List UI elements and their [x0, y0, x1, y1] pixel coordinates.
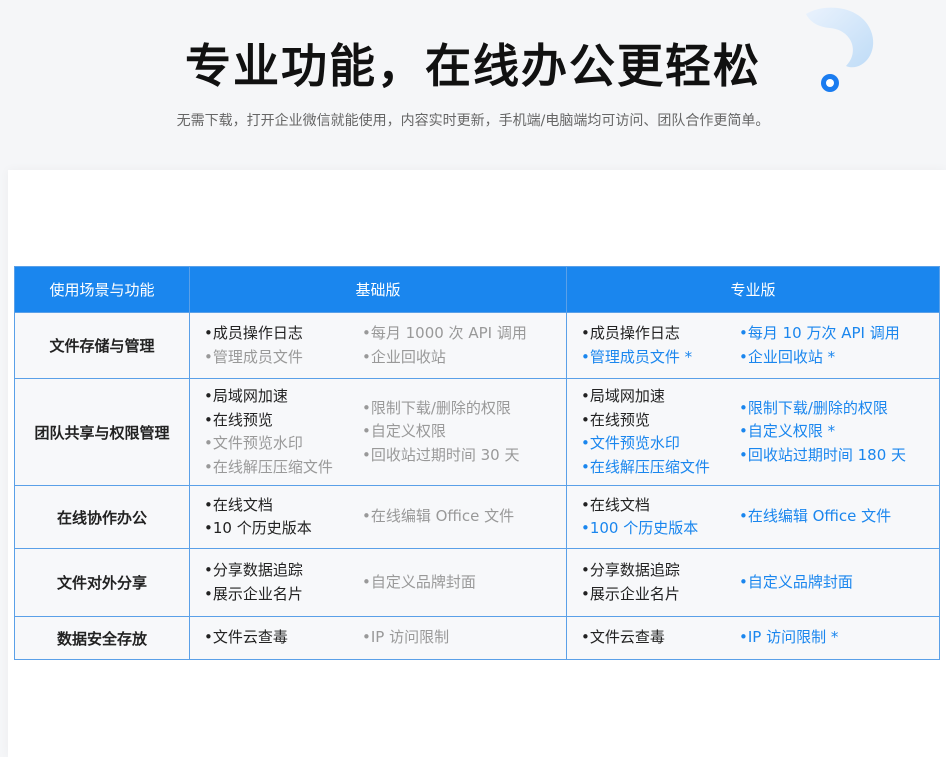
basic-features-cell: •局域网加速 •在线预览 •文件预览水印 •在线解压压缩文件 •限制下载/删除的权限 •自… — [189, 378, 567, 486]
feature-column: •自定义品牌封面 — [739, 571, 929, 595]
pro-features-cell: •局域网加速 •在线预览 •文件预览水印 •在线解压压缩文件 •限制下载/删除的权限 •自… — [566, 378, 940, 486]
basic-feature-grid: •文件云查毒 •IP 访问限制 — [190, 626, 566, 650]
feature-column: •IP 访问限制 — [362, 626, 556, 650]
decorative-swirl-icon — [806, 7, 874, 92]
feature-item: •在线编辑 Office 文件 — [739, 507, 892, 526]
feature-item: •IP 访问限制 — [362, 628, 450, 647]
feature-item: •自定义权限 — [362, 422, 446, 441]
table-header-row: 使用场景与功能 基础版 专业版 — [14, 266, 940, 313]
hero-section: 专业功能，在线办公更轻松 无需下载，打开企业微信就能使用，内容实时更新，手机端/… — [0, 0, 946, 170]
feature-item: •每月 1000 次 API 调用 — [362, 324, 527, 342]
pro-feature-grid: •在线文档 •100 个历史版本 •在线编辑 Office 文件 — [567, 494, 939, 541]
feature-item: •100 个历史版本 — [581, 519, 699, 537]
row-label: 团队共享与权限管理 — [14, 378, 190, 486]
feature-item: •企业回收站 — [362, 347, 446, 366]
row-label: 文件存储与管理 — [14, 312, 190, 379]
feature-column: •局域网加速 •在线预览 •文件预览水印 •在线解压压缩文件 — [581, 385, 739, 479]
pro-features-cell: •成员操作日志 •管理成员文件 * •每月 10 万次 API 调用 •企业回收站 * — [566, 312, 940, 379]
feature-item: •限制下载/删除的权限 — [739, 398, 888, 417]
basic-features-cell: •文件云查毒 •IP 访问限制 — [189, 616, 567, 660]
feature-item: •自定义品牌封面 — [362, 572, 476, 591]
feature-column: •限制下载/删除的权限 •自定义权限 •回收站过期时间 30 天 — [362, 397, 556, 468]
feature-column: •分享数据追踪 •展示企业名片 — [581, 559, 739, 606]
table-row: 团队共享与权限管理 •局域网加速 •在线预览 •文件预览水印 •在线解压压缩文件 •限制下… — [14, 378, 940, 486]
feature-column: •在线编辑 Office 文件 — [362, 505, 556, 529]
feature-item: •文件云查毒 — [581, 628, 665, 647]
basic-feature-grid: •分享数据追踪 •展示企业名片 •自定义品牌封面 — [190, 559, 566, 606]
feature-column: •局域网加速 •在线预览 •文件预览水印 •在线解压压缩文件 — [204, 385, 362, 479]
feature-item: •在线预览 — [204, 410, 273, 429]
feature-column: •在线文档 •100 个历史版本 — [581, 494, 739, 541]
feature-item: •回收站过期时间 180 天 — [739, 445, 907, 464]
feature-item: •每月 10 万次 API 调用 — [739, 324, 900, 342]
feature-item: •成员操作日志 — [204, 324, 303, 342]
feature-column: •成员操作日志 •管理成员文件 — [204, 322, 362, 369]
pro-feature-grid: •成员操作日志 •管理成员文件 * •每月 10 万次 API 调用 •企业回收站 * — [567, 322, 939, 369]
feature-column: •分享数据追踪 •展示企业名片 — [204, 559, 362, 606]
feature-column: •每月 10 万次 API 调用 •企业回收站 * — [739, 322, 929, 369]
feature-item: •展示企业名片 — [581, 584, 680, 603]
feature-item: •自定义权限 * — [739, 422, 836, 441]
feature-item: •在线解压压缩文件 — [204, 457, 333, 476]
feature-item: •文件预览水印 — [581, 434, 680, 452]
page-subtitle: 无需下载，打开企业微信就能使用，内容实时更新，手机端/电脑端均可访问、团队合作更… — [176, 113, 770, 129]
feature-item: •管理成员文件 * — [581, 347, 693, 366]
basic-feature-grid: •在线文档 •10 个历史版本 •在线编辑 Office 文件 — [190, 494, 566, 541]
feature-column: •在线文档 •10 个历史版本 — [204, 494, 362, 541]
feature-column: •文件云查毒 — [204, 626, 362, 650]
feature-column: •限制下载/删除的权限 •自定义权限 * •回收站过期时间 180 天 — [739, 397, 929, 468]
feature-column: •文件云查毒 — [581, 626, 739, 650]
feature-item: •局域网加速 — [204, 387, 288, 405]
table-row: 数据安全存放 •文件云查毒 •IP 访问限制 •文件云查毒 •IP 访问限制 * — [14, 616, 940, 660]
feature-item: •10 个历史版本 — [204, 519, 312, 537]
feature-comparison-table: 使用场景与功能 基础版 专业版 文件存储与管理 •成员操作日志 •管理成员文件 •每月… — [14, 266, 940, 660]
feature-item: •局域网加速 — [581, 387, 665, 405]
feature-column: •IP 访问限制 * — [739, 626, 929, 650]
feature-item: •在线预览 — [581, 410, 650, 429]
feature-item: •展示企业名片 — [204, 584, 303, 603]
feature-item: •IP 访问限制 * — [739, 628, 839, 647]
feature-item: •成员操作日志 — [581, 324, 680, 342]
basic-features-cell: •分享数据追踪 •展示企业名片 •自定义品牌封面 — [189, 548, 567, 617]
feature-item: •在线文档 — [204, 495, 273, 514]
header-pro: 专业版 — [566, 266, 940, 313]
feature-item: •限制下载/删除的权限 — [362, 398, 511, 417]
feature-item: •分享数据追踪 — [581, 561, 680, 579]
table-row: 文件存储与管理 •成员操作日志 •管理成员文件 •每月 1000 次 API 调用 •企… — [14, 312, 940, 379]
basic-features-cell: •成员操作日志 •管理成员文件 •每月 1000 次 API 调用 •企业回收站 — [189, 312, 567, 379]
basic-feature-grid: •局域网加速 •在线预览 •文件预览水印 •在线解压压缩文件 •限制下载/删除的权限 •自… — [190, 385, 566, 479]
pro-feature-grid: •局域网加速 •在线预览 •文件预览水印 •在线解压压缩文件 •限制下载/删除的权限 •自… — [567, 385, 939, 479]
feature-item: •企业回收站 * — [739, 347, 836, 366]
feature-column: •成员操作日志 •管理成员文件 * — [581, 322, 739, 369]
basic-features-cell: •在线文档 •10 个历史版本 •在线编辑 Office 文件 — [189, 485, 567, 549]
pro-feature-grid: •分享数据追踪 •展示企业名片 •自定义品牌封面 — [567, 559, 939, 606]
feature-item: •分享数据追踪 — [204, 561, 303, 579]
pro-feature-grid: •文件云查毒 •IP 访问限制 * — [567, 626, 939, 650]
table-row: 在线协作办公 •在线文档 •10 个历史版本 •在线编辑 Office 文件 •在线文档… — [14, 485, 940, 549]
row-label: 在线协作办公 — [14, 485, 190, 549]
basic-feature-grid: •成员操作日志 •管理成员文件 •每月 1000 次 API 调用 •企业回收站 — [190, 322, 566, 369]
feature-item: •文件预览水印 — [204, 434, 303, 452]
row-label: 数据安全存放 — [14, 616, 190, 660]
header-basic: 基础版 — [189, 266, 567, 313]
feature-column: •每月 1000 次 API 调用 •企业回收站 — [362, 322, 556, 369]
feature-item: •自定义品牌封面 — [739, 572, 853, 591]
feature-item: •文件云查毒 — [204, 628, 288, 647]
table-row: 文件对外分享 •分享数据追踪 •展示企业名片 •自定义品牌封面 •分享数据追踪 •展示企业… — [14, 548, 940, 617]
pro-features-cell: •文件云查毒 •IP 访问限制 * — [566, 616, 940, 660]
feature-item: •在线编辑 Office 文件 — [362, 507, 515, 526]
feature-item: •在线解压压缩文件 — [581, 457, 710, 476]
row-label: 文件对外分享 — [14, 548, 190, 617]
feature-item: •在线文档 — [581, 495, 650, 514]
pro-features-cell: •在线文档 •100 个历史版本 •在线编辑 Office 文件 — [566, 485, 940, 549]
feature-item: •管理成员文件 — [204, 347, 303, 366]
feature-column: •自定义品牌封面 — [362, 571, 556, 595]
feature-item: •回收站过期时间 30 天 — [362, 445, 520, 464]
pro-features-cell: •分享数据追踪 •展示企业名片 •自定义品牌封面 — [566, 548, 940, 617]
header-scenario: 使用场景与功能 — [14, 266, 190, 313]
feature-column: •在线编辑 Office 文件 — [739, 505, 929, 529]
